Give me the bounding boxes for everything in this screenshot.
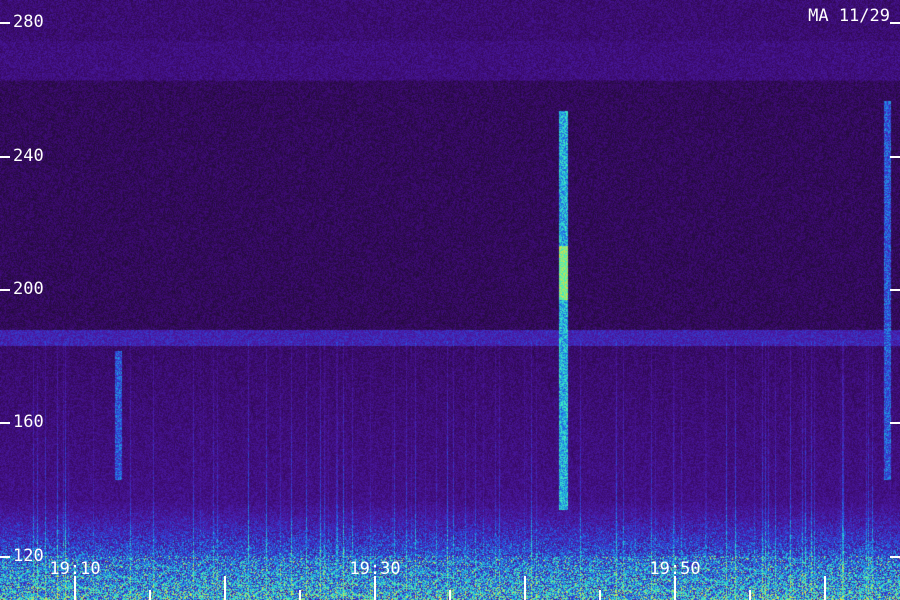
y-tick-mark (890, 289, 900, 291)
y-tick-label: 160 (13, 412, 44, 433)
y-tick-label: 240 (13, 145, 44, 166)
y-tick-mark (0, 22, 10, 25)
y-tick-mark (0, 155, 10, 158)
x-tick-major (374, 576, 376, 600)
y-tick-mark (890, 422, 900, 425)
y-tick-mark (890, 22, 900, 25)
x-tick-minor (749, 590, 751, 600)
x-tick-major (224, 576, 226, 600)
y-tick-label: 200 (13, 279, 44, 299)
y-tick-mark (890, 555, 900, 558)
x-tick-major (674, 576, 676, 600)
x-tick-label: 19:50 (649, 559, 701, 579)
x-tick-minor (149, 590, 151, 600)
y-tick-mark (890, 155, 900, 158)
x-tick-label: 19:30 (349, 559, 401, 579)
x-tick-major (74, 576, 76, 600)
x-tick-label: 19:10 (49, 559, 101, 579)
spectrogram-canvas (0, 0, 900, 600)
y-tick-mark (0, 289, 10, 291)
x-tick-major (524, 576, 526, 600)
y-tick-label: 120 (13, 545, 44, 566)
spectrogram-display: 280 240 200 160 120 19:10 19:30 19:50 MA 11/29 (0, 0, 900, 600)
x-tick-minor (299, 590, 301, 600)
x-tick-major (824, 576, 826, 600)
station-date-caption: MA 11/29 (808, 6, 890, 26)
x-tick-minor (599, 590, 601, 600)
y-tick-mark (0, 555, 10, 558)
y-tick-mark (0, 422, 10, 425)
y-tick-label: 280 (13, 12, 44, 33)
x-tick-minor (449, 590, 451, 600)
